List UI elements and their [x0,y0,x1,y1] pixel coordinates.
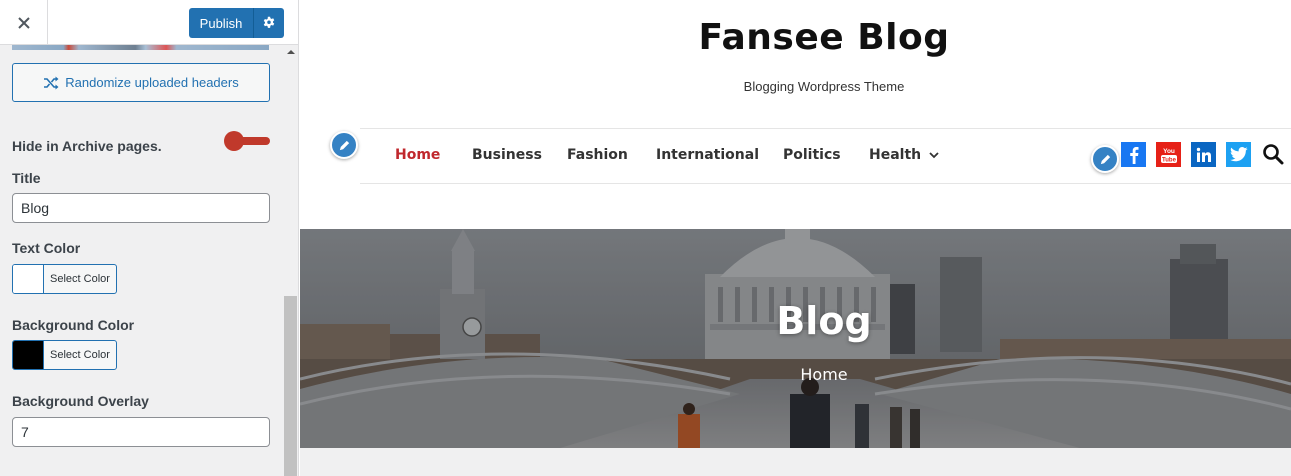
pencil-icon [339,140,349,150]
title-label: Title [12,170,41,186]
sidebar-scrollbar-thumb[interactable] [284,296,297,476]
nav-item-fashion[interactable]: Fashion [567,147,628,163]
hide-archive-toggle[interactable] [224,131,272,151]
background-overlay-label: Background Overlay [12,393,149,409]
publish-settings-button[interactable] [254,16,284,30]
close-customizer-button[interactable] [0,0,48,45]
site-title[interactable]: Fansee Blog [300,17,1291,58]
banner-title: Blog [776,299,872,343]
nav-item-business[interactable]: Business [472,147,542,163]
nav-item-home[interactable]: Home [395,147,440,163]
customizer-header: Publish [0,0,298,45]
gear-icon [263,16,275,28]
toggle-knob [224,131,244,151]
social-edit-shortcut[interactable] [1091,145,1119,173]
linkedin-link[interactable] [1191,142,1216,167]
nav-item-health-label: Health [869,147,922,163]
facebook-icon [1129,146,1138,164]
background-color-button-label: Select Color [50,349,110,361]
hide-archive-label: Hide in Archive pages. [12,138,162,154]
customizer-sidebar: Publish Randomize uploaded headers Hide … [0,0,299,476]
site-tagline: Blogging Wordpress Theme [743,79,905,94]
search-icon[interactable] [1262,143,1284,165]
publish-button[interactable]: Publish [189,8,284,38]
pencil-icon [1100,154,1110,164]
youtube-icon: You Tube [1160,148,1177,163]
background-color-label: Background Color [12,317,135,333]
nav-item-politics[interactable]: Politics [783,147,841,163]
svg-text:You: You [1163,148,1175,155]
shuffle-icon [44,76,59,89]
twitter-icon [1229,147,1248,162]
randomize-label: Randomize uploaded headers [65,75,239,90]
primary-navigation: Home Business Fashion International Poli… [360,128,1291,184]
background-color-picker-button[interactable]: Select Color [12,340,117,370]
svg-text:Tube: Tube [1162,157,1177,163]
youtube-link[interactable]: You Tube [1156,142,1181,167]
twitter-link[interactable] [1226,142,1251,167]
content-area [300,448,1291,476]
header-image-thumbnail[interactable] [12,45,269,50]
title-input[interactable] [12,193,270,223]
background-overlay-input[interactable] [12,417,270,447]
menu-edit-shortcut[interactable] [330,131,358,159]
text-color-picker-button[interactable]: Select Color [12,264,117,294]
background-color-swatch [13,341,44,369]
site-preview: Fansee Blog Blogging Wordpress Theme Hom… [300,0,1291,476]
randomize-headers-button[interactable]: Randomize uploaded headers [12,63,270,102]
nav-item-international[interactable]: International [656,147,759,163]
publish-label: Publish [199,15,243,31]
page-header-banner: Blog Home [300,229,1291,448]
scroll-up-arrow-icon[interactable] [287,48,295,56]
close-icon [17,16,30,29]
linkedin-icon [1196,147,1211,162]
text-color-label: Text Color [12,240,81,256]
chevron-down-icon [929,152,939,159]
text-color-button-label: Select Color [50,273,110,285]
facebook-link[interactable] [1121,142,1146,167]
breadcrumb-home[interactable]: Home [300,365,1291,384]
text-color-swatch [13,265,44,293]
nav-item-health[interactable]: Health [869,147,939,163]
